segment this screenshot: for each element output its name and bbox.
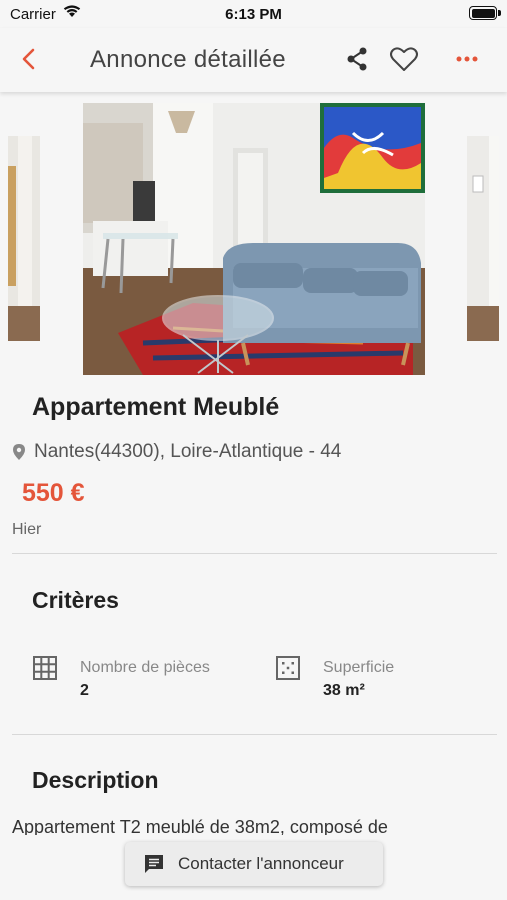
- share-icon[interactable]: [342, 44, 372, 74]
- photo-gallery[interactable]: [0, 100, 507, 376]
- description-heading: Description: [32, 767, 159, 793]
- contact-label: Contacter l'annonceur: [178, 854, 344, 873]
- main-photo[interactable]: [83, 103, 425, 375]
- battery-tip: [498, 10, 501, 16]
- criteria-label: Superficie: [323, 659, 395, 676]
- divider: [12, 553, 497, 554]
- app-bar: Annonce détaillée: [0, 28, 507, 92]
- location-pin-icon: [13, 444, 25, 460]
- divider: [12, 734, 497, 735]
- battery-icon: [469, 6, 497, 20]
- listing-date: Hier: [12, 521, 42, 538]
- contact-seller-button[interactable]: Contacter l'annonceur: [125, 842, 383, 886]
- chat-icon: [145, 855, 163, 873]
- location-text: Nantes(44300), Loire-Atlantique - 44: [34, 441, 342, 462]
- area-icon: [276, 656, 300, 680]
- back-arrow-icon[interactable]: [14, 44, 44, 74]
- description-text: Appartement T2 meublé de 38m2, composé d…: [12, 817, 388, 835]
- clock: 6:13 PM: [225, 6, 282, 23]
- more-icon[interactable]: [452, 44, 482, 74]
- previous-photo[interactable]: [8, 136, 40, 341]
- page-title: Annonce détaillée: [90, 46, 286, 73]
- listing-location: Nantes(44300), Loire-Atlantique - 44: [12, 441, 341, 463]
- criteria-rooms: Nombre de pièces 2: [33, 656, 253, 706]
- criteria-area: Superficie 38 m²: [276, 656, 476, 706]
- criteria-value: 2: [80, 682, 89, 699]
- next-photo[interactable]: [467, 136, 499, 341]
- status-bar: Carrier 6:13 PM: [0, 0, 507, 28]
- criteria-label: Nombre de pièces: [80, 659, 210, 676]
- criteria-value: 38 m²: [323, 682, 365, 699]
- listing-title: Appartement Meublé: [32, 393, 280, 421]
- heart-icon[interactable]: [388, 44, 420, 74]
- grid-icon: [33, 656, 57, 680]
- listing-price: 550 €: [22, 479, 85, 507]
- criteria-heading: Critères: [32, 587, 119, 613]
